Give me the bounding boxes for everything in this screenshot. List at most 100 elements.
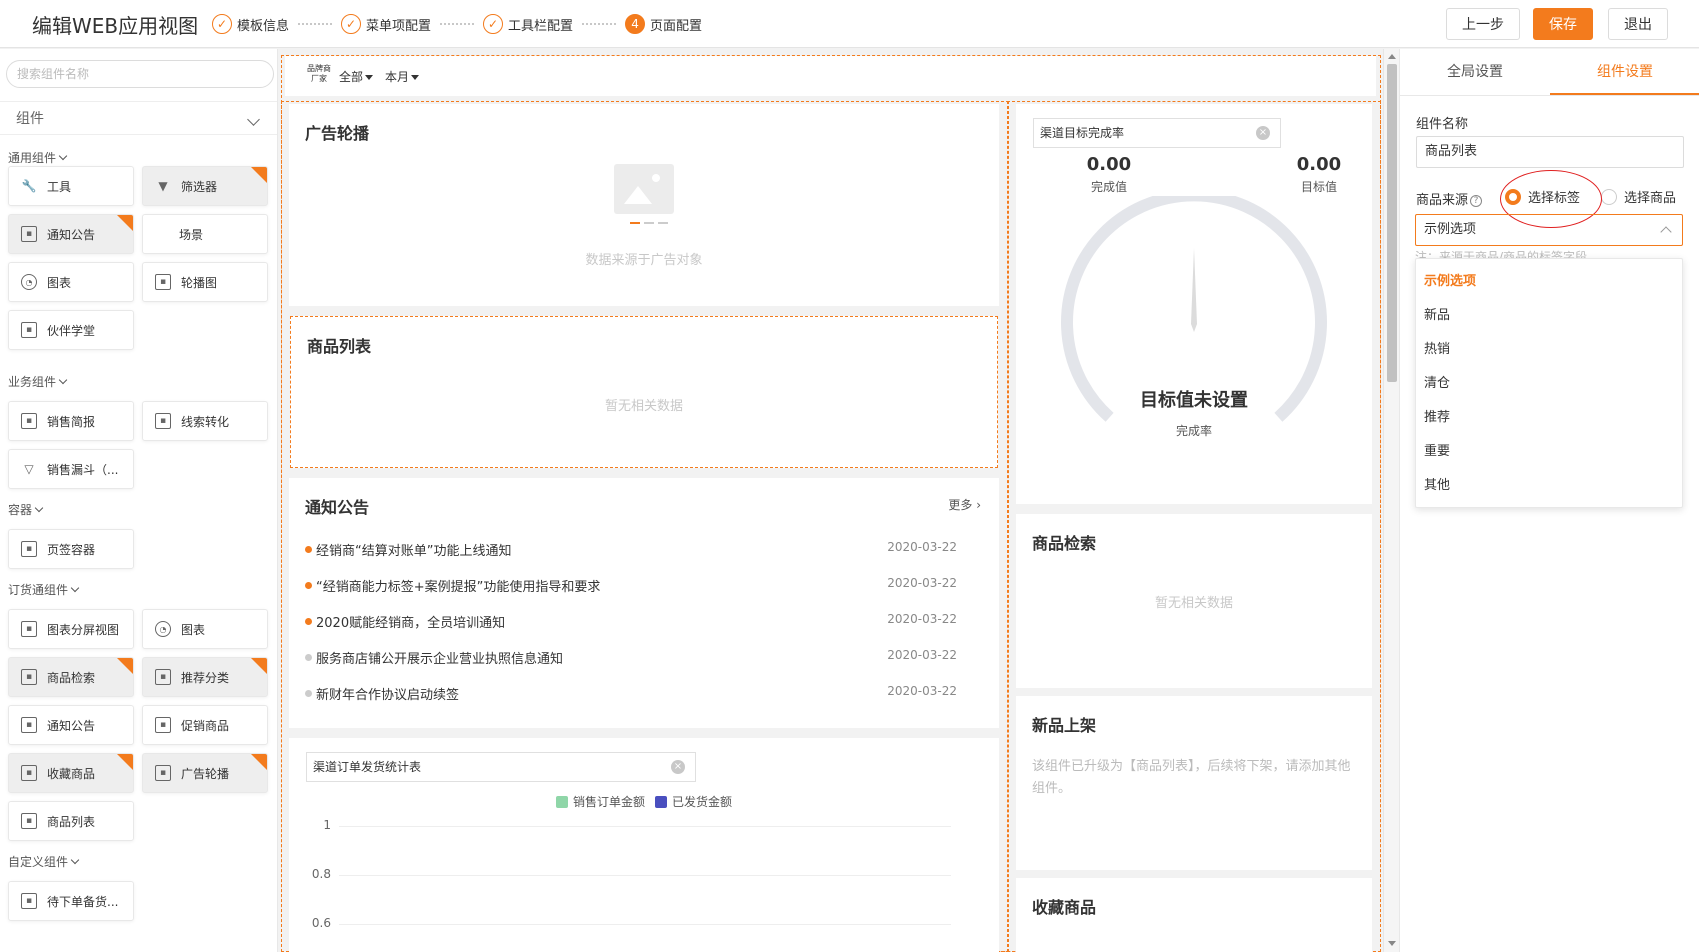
more-label: 更多	[948, 498, 973, 512]
group-business-toggle[interactable]: 业务组件	[8, 373, 68, 390]
component-search-input[interactable]	[6, 60, 274, 88]
component-sales-report[interactable]: ▪ 销售简报	[8, 401, 134, 441]
widget-icon: ▪	[21, 669, 37, 685]
chevron-down-icon	[70, 583, 80, 593]
component-notice-ordering[interactable]: ▪ 通知公告	[8, 705, 134, 745]
product-list-card[interactable]: 商品列表 暂无相关数据	[290, 316, 998, 468]
component-promo-products[interactable]: ▪ 促销商品	[142, 705, 268, 745]
option-hot[interactable]: 热销	[1416, 333, 1682, 367]
new-arrivals-card[interactable]: 新品上架 该组件已升级为【商品列表】，后续将下架，请添加其他组件。	[1016, 696, 1372, 870]
component-chart-ordering[interactable]: ◔ 图表	[142, 609, 268, 649]
notice-date: 2020-03-22	[887, 540, 957, 554]
component-tab-container[interactable]: ▪ 页签容器	[8, 529, 134, 569]
target-gauge-card[interactable]: 渠道目标完成率 × 0.00 完成值 0.00 目标值 目标值未设置 完成率	[1016, 104, 1372, 504]
filter-month-dropdown[interactable]: 本月	[385, 68, 420, 85]
group-container-toggle[interactable]: 容器	[8, 501, 44, 518]
filter-all-dropdown[interactable]: 全部	[339, 68, 374, 85]
scrollbar-thumb[interactable]	[1387, 64, 1397, 382]
notice-text: 经销商“结算对账单”功能上线通知	[316, 544, 512, 559]
unread-dot	[305, 618, 312, 625]
more-link[interactable]: 更多 ›	[948, 496, 981, 513]
component-partner-school[interactable]: ▪ 伙伴学堂	[8, 310, 134, 350]
empty-hint: 暂无相关数据	[1154, 596, 1233, 611]
exit-button[interactable]: 退出	[1608, 8, 1668, 40]
component-label: 工具	[47, 179, 72, 194]
gauge-metric-select[interactable]: 渠道目标完成率 ×	[1033, 118, 1281, 148]
save-button[interactable]: 保存	[1533, 8, 1593, 40]
check-icon: ✓	[341, 14, 362, 34]
product-search-card[interactable]: 商品检索 暂无相关数据	[1016, 514, 1372, 688]
component-carousel[interactable]: ▪ 轮播图	[142, 262, 268, 302]
component-ad-carousel[interactable]: ▪ 广告轮播	[142, 753, 268, 793]
chart-report-select[interactable]: 渠道订单发货统计表 ×	[306, 752, 696, 782]
notice-row[interactable]: 2020赋能经销商，全员培训通知 2020-03-22	[305, 612, 957, 632]
component-product-search[interactable]: ▪ 商品检索	[8, 657, 134, 697]
widget-icon: ▪	[21, 765, 37, 781]
option-clearance[interactable]: 清仓	[1416, 367, 1682, 401]
tab-global-settings[interactable]: 全局设置	[1400, 49, 1550, 95]
radio-select-product[interactable]: 选择商品	[1601, 187, 1676, 206]
notice-row[interactable]: “经销商能力标签+案例提报”功能使用指导和要求 2020-03-22	[305, 576, 957, 596]
component-product-list[interactable]: ▪ 商品列表	[8, 801, 134, 841]
component-favorites[interactable]: ▪ 收藏商品	[8, 753, 134, 793]
option-important[interactable]: 重要	[1416, 435, 1682, 469]
component-label: 页签容器	[47, 542, 96, 557]
component-label: 销售漏斗（...	[47, 462, 119, 477]
step-menu-config[interactable]: ✓ 菜单项配置	[341, 12, 431, 36]
component-pending-stock[interactable]: ▪ 待下单备货...	[8, 881, 134, 921]
card-title: 通知公告	[305, 498, 370, 517]
option-other[interactable]: 其他	[1416, 469, 1682, 503]
notice-row[interactable]: 经销商“结算对账单”功能上线通知 2020-03-22	[305, 540, 957, 560]
component-sales-funnel[interactable]: ▽ 销售漏斗（...	[8, 449, 134, 489]
clear-icon[interactable]: ×	[671, 760, 685, 774]
scroll-up-icon[interactable]	[1388, 54, 1396, 59]
scroll-down-icon[interactable]	[1388, 941, 1396, 946]
component-scene[interactable]: 场景	[142, 214, 268, 254]
group-ordering-toggle[interactable]: 订货通组件	[8, 581, 80, 598]
component-label: 图表	[47, 275, 72, 290]
component-chart-split-view[interactable]: ▪ 图表分屏视图	[8, 609, 134, 649]
order-chart-card[interactable]: 渠道订单发货统计表 × 销售订单金额 已发货金额 1 0.8 0.6	[289, 738, 999, 952]
component-name-input[interactable]: 商品列表	[1416, 136, 1684, 168]
image-placeholder-icon	[614, 164, 674, 214]
notice-date: 2020-03-22	[887, 684, 957, 698]
canvas-scrollbar[interactable]	[1383, 49, 1399, 952]
widget-icon: ▪	[155, 413, 171, 429]
prev-step-button[interactable]: 上一步	[1446, 8, 1520, 40]
empty-hint: 暂无相关数据	[604, 399, 683, 414]
step-divider	[440, 23, 475, 25]
product-source-select[interactable]: 示例选项	[1415, 214, 1683, 246]
component-recommend-category[interactable]: ▪ 推荐分类	[142, 657, 268, 697]
component-filter[interactable]: ▼ 筛选器	[142, 166, 268, 206]
step-toolbar-config[interactable]: ✓ 工具栏配置	[483, 12, 573, 36]
notice-row[interactable]: 服务商店铺公开展示企业营业执照信息通知 2020-03-22	[305, 648, 957, 668]
option-sample[interactable]: 示例选项	[1416, 265, 1682, 299]
component-palette: 组件 通用组件 🔧 工具 ▼ 筛选器 ▪ 通知公告 场景 ◔ 图表 ▪ 轮播图 ▪ 伙伴学堂…	[0, 49, 278, 952]
notice-card[interactable]: 通知公告 更多 › 经销商“结算对账单”功能上线通知 2020-03-22 “经销…	[289, 478, 999, 728]
card-title: 商品列表	[307, 337, 372, 356]
help-icon[interactable]: ?	[1470, 195, 1483, 207]
notice-row[interactable]: 新财年合作协议启动续签 2020-03-22	[305, 684, 957, 704]
component-label: 商品列表	[47, 814, 96, 829]
component-chart[interactable]: ◔ 图表	[8, 262, 134, 302]
filter-icon: ▼	[158, 179, 168, 193]
group-general-toggle[interactable]: 通用组件	[8, 149, 68, 166]
component-category-select[interactable]: 组件	[0, 101, 277, 135]
option-recommend[interactable]: 推荐	[1416, 401, 1682, 435]
component-tool[interactable]: 🔧 工具	[8, 166, 134, 206]
option-new[interactable]: 新品	[1416, 299, 1682, 333]
favorites-card[interactable]: 收藏商品	[1016, 878, 1372, 952]
clear-icon[interactable]: ×	[1256, 126, 1270, 140]
product-source-label: 商品来源?	[1416, 189, 1483, 208]
grid-line	[339, 875, 951, 876]
ad-carousel-card[interactable]: 广告轮播 数据来源于广告对象	[289, 104, 999, 306]
component-lead-conversion[interactable]: ▪ 线索转化	[142, 401, 268, 441]
group-label: 容器	[8, 503, 33, 517]
step-page-config[interactable]: 4 页面配置	[625, 12, 702, 36]
tab-component-settings[interactable]: 组件设置	[1550, 49, 1699, 95]
step-template-info[interactable]: ✓ 模板信息	[212, 12, 289, 36]
group-custom-toggle[interactable]: 自定义组件	[8, 853, 80, 870]
chart-legend: 销售订单金额 已发货金额	[556, 793, 732, 810]
component-notice[interactable]: ▪ 通知公告	[8, 214, 134, 254]
step-number-icon: 4	[625, 14, 646, 34]
